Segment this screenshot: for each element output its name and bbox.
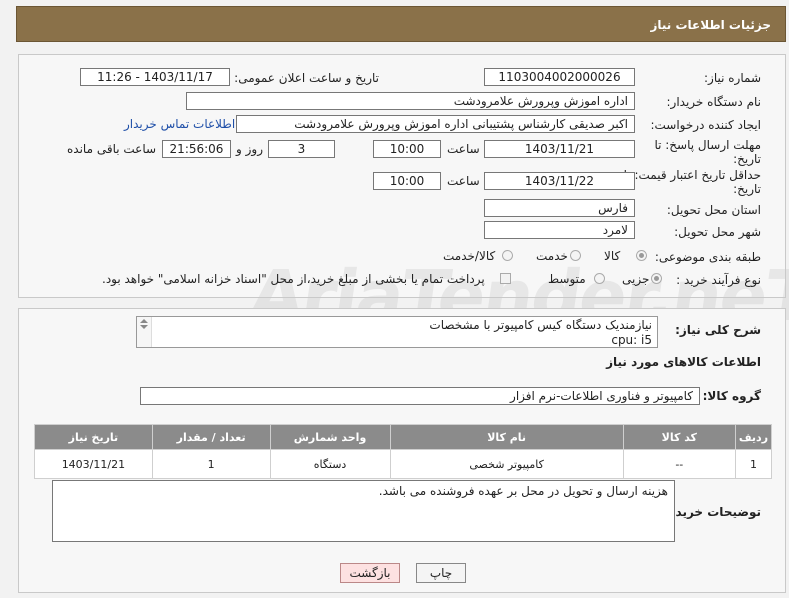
- cell-date: 1403/11/21: [34, 449, 153, 479]
- goods-group-field: کامپیوتر و فناوری اطلاعات-نرم افزار: [140, 387, 700, 405]
- announce-label: تاریخ و ساعت اعلان عمومی:: [234, 71, 379, 85]
- category-radio-service[interactable]: [570, 250, 581, 261]
- category-radio-both[interactable]: [502, 250, 513, 261]
- page-title: جزئیات اطلاعات نیاز: [650, 18, 771, 32]
- description-line-1: نیازمندیک دستگاه کیس کامپیوتر با مشخصات: [429, 318, 652, 332]
- province-field: فارس: [484, 199, 635, 217]
- goods-info-title: اطلاعات کالاهای مورد نیاز: [606, 355, 761, 369]
- cell-code: --: [622, 449, 736, 479]
- price-validity-label-date: تاریخ:: [733, 182, 761, 196]
- description-line-2: cpu: i5: [611, 333, 652, 347]
- reply-deadline-label: مهلت ارسال پاسخ: تا: [654, 138, 761, 152]
- col-code: کد کالا: [622, 424, 736, 450]
- days-label: روز و: [236, 142, 263, 156]
- scroll-down-icon[interactable]: [140, 325, 148, 329]
- category-option-goods: کالا: [604, 249, 621, 263]
- scroll-up-icon[interactable]: [140, 319, 148, 323]
- process-option-medium: متوسط: [548, 272, 586, 286]
- province-label: استان محل تحویل:: [666, 203, 761, 217]
- need-number-field: 1103004002000026: [484, 68, 635, 86]
- col-name: نام کالا: [389, 424, 624, 450]
- buyer-notes-field: هزینه ارسال و تحویل در محل بر عهده فروشن…: [52, 480, 675, 542]
- cell-qty: 1: [151, 449, 271, 479]
- cell-name: کامپیوتر شخصی: [389, 449, 624, 479]
- cell-unit: دستگاه: [269, 449, 391, 479]
- category-label: طبقه بندی موضوعی:: [654, 250, 761, 264]
- price-validity-time-label: ساعت: [447, 174, 480, 188]
- page-header: جزئیات اطلاعات نیاز: [16, 6, 786, 42]
- remaining-days-field: 3: [268, 140, 335, 158]
- reply-time-label: ساعت: [447, 142, 480, 156]
- buyer-org-label: نام دستگاه خریدار:: [666, 95, 762, 109]
- price-validity-date-field: 1403/11/22: [484, 172, 635, 190]
- reply-time-field: 10:00: [373, 140, 441, 158]
- description-textarea[interactable]: نیازمندیک دستگاه کیس کامپیوتر با مشخصات …: [136, 316, 658, 348]
- col-unit: واحد شمارش: [269, 424, 391, 450]
- process-radio-medium[interactable]: [594, 273, 605, 284]
- cell-row: 1: [734, 449, 773, 479]
- price-validity-time-field: 10:00: [373, 172, 441, 190]
- description-label: شرح کلی نیاز:: [675, 323, 761, 337]
- need-number-label: شماره نیاز:: [704, 71, 761, 85]
- city-label: شهر محل تحویل:: [674, 225, 761, 239]
- remaining-time-field: 21:56:06: [162, 140, 231, 158]
- process-radio-minor[interactable]: [651, 273, 662, 284]
- city-field: لامرد: [484, 221, 635, 239]
- description-scrollbar[interactable]: [137, 317, 152, 347]
- col-qty: تعداد / مقدار: [151, 424, 271, 450]
- treasury-payment-note: پرداخت تمام یا بخشی از مبلغ خرید،از محل …: [102, 272, 485, 286]
- category-radio-goods[interactable]: [636, 250, 647, 261]
- col-row: ردیف: [734, 424, 773, 450]
- process-option-minor: جزیی: [622, 272, 650, 286]
- treasury-payment-checkbox[interactable]: [500, 273, 511, 284]
- goods-table: ردیف کد کالا نام کالا واحد شمارش تعداد /…: [34, 424, 773, 479]
- reply-date-field: 1403/11/21: [484, 140, 635, 158]
- price-validity-label: حداقل تاریخ اعتبار قیمت: تا: [623, 168, 761, 182]
- table-header-row: ردیف کد کالا نام کالا واحد شمارش تعداد /…: [34, 424, 773, 450]
- creator-label: ایجاد کننده درخواست:: [650, 118, 761, 132]
- process-label: نوع فرآیند خرید :: [676, 273, 761, 287]
- reply-deadline-label-date: تاریخ:: [733, 152, 761, 166]
- buyer-contact-link[interactable]: اطلاعات تماس خریدار: [124, 117, 235, 131]
- creator-field: اکبر صدیقی کارشناس پشتیبانی اداره اموزش …: [236, 115, 635, 133]
- announce-datetime-field: 1403/11/17 - 11:26: [80, 68, 230, 86]
- goods-group-label: گروه کالا:: [702, 389, 761, 403]
- back-button[interactable]: بازگشت: [340, 563, 400, 583]
- remaining-time-label: ساعت باقی مانده: [67, 142, 157, 156]
- category-option-service: خدمت: [536, 249, 568, 263]
- print-button[interactable]: چاپ: [416, 563, 466, 583]
- buyer-org-field: اداره اموزش وپرورش علامرودشت: [186, 92, 635, 110]
- col-date: تاریخ نیاز: [34, 424, 153, 450]
- category-option-both: کالا/خدمت: [443, 249, 496, 263]
- table-row: 1 -- کامپیوتر شخصی دستگاه 1 1403/11/21: [34, 449, 773, 479]
